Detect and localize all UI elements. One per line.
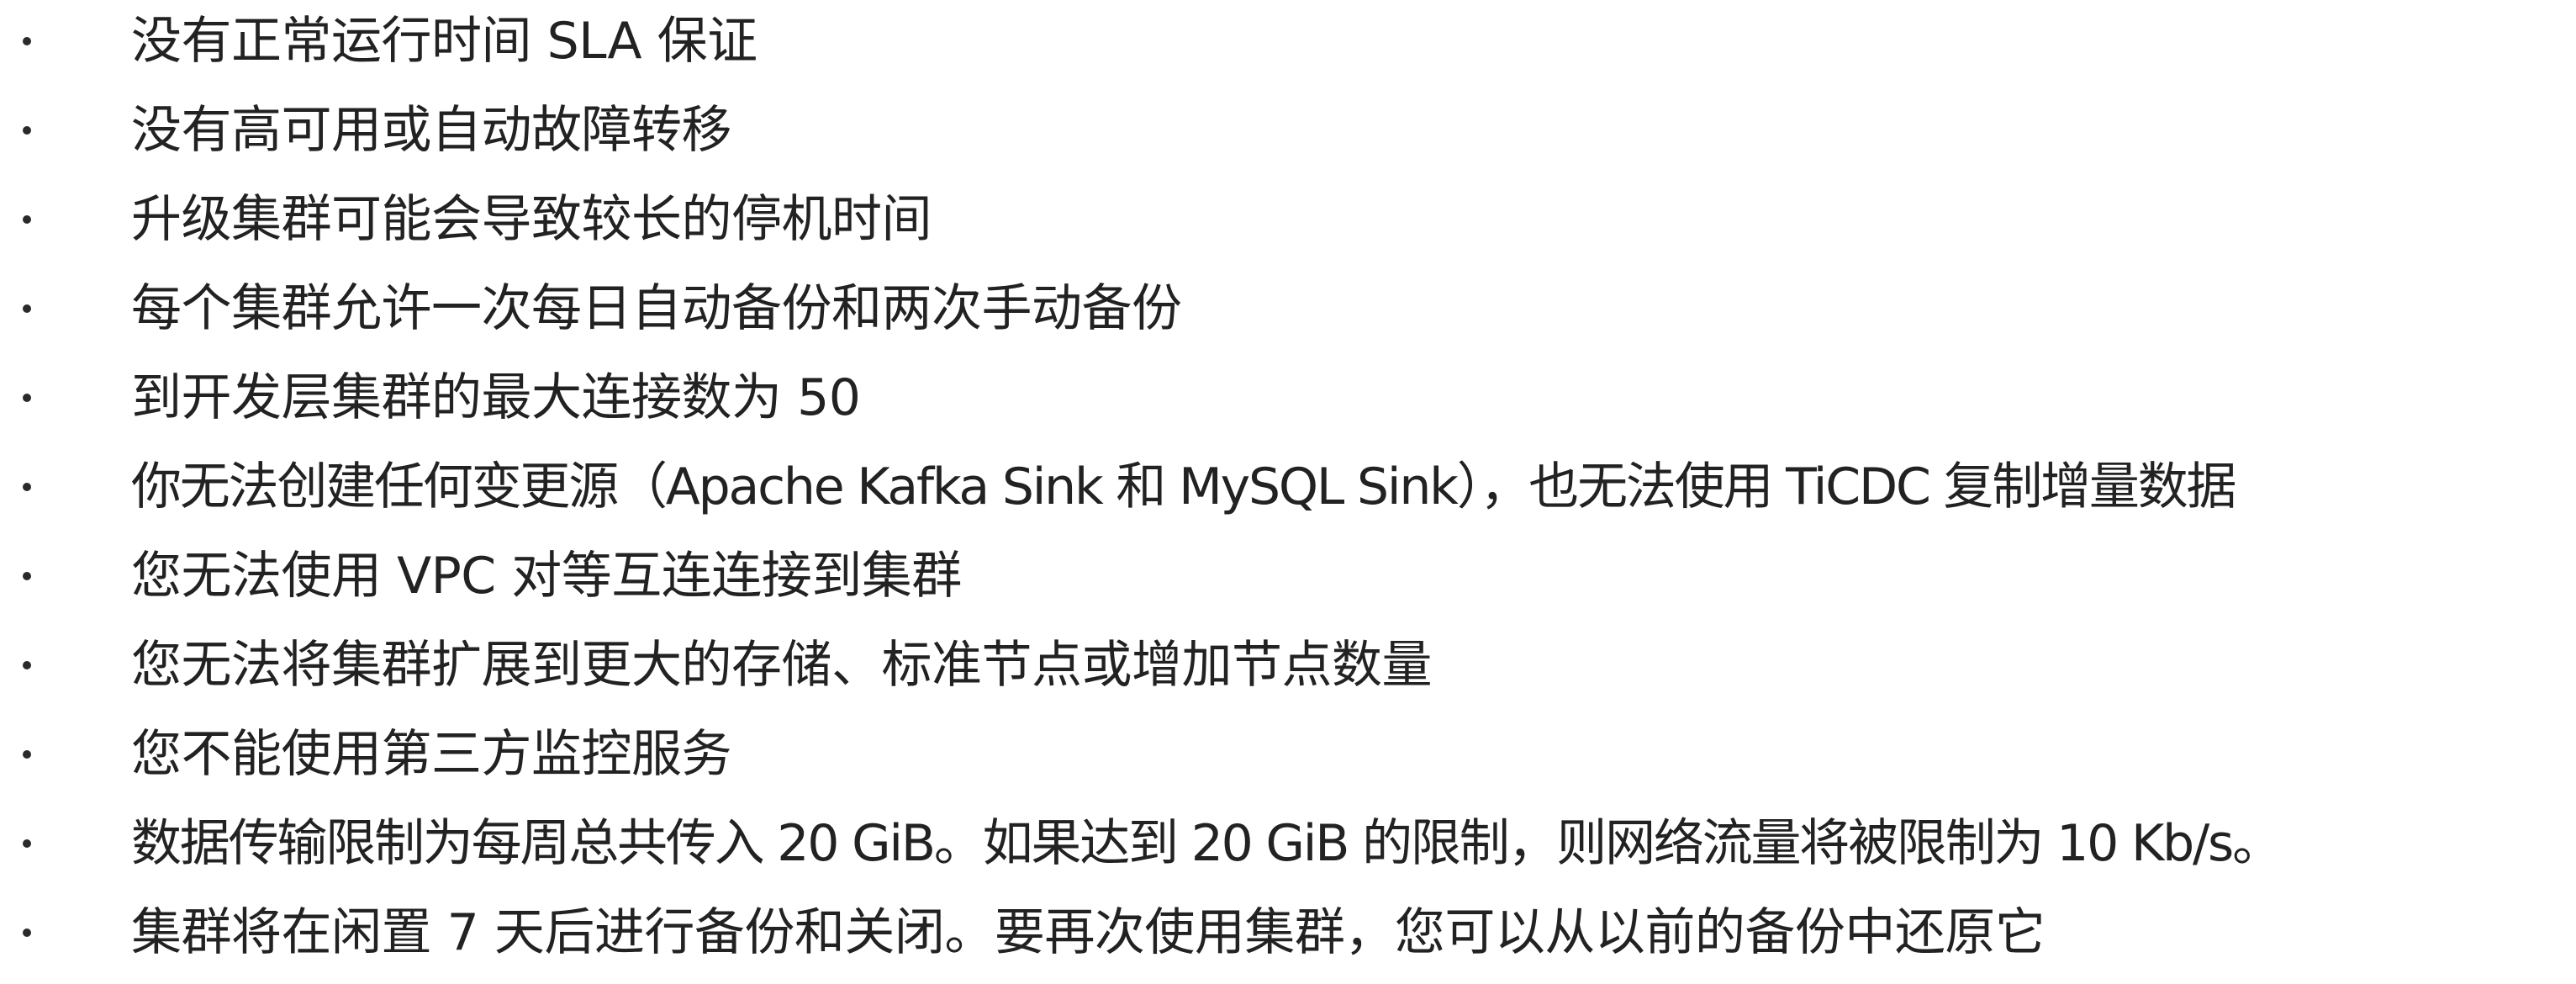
list-item-text: 你无法创建任何变更源（Apache Kafka Sink 和 MySQL Sin… (131, 458, 2237, 516)
list-item-text: 您无法使用 VPC 对等互连连接到集群 (131, 547, 962, 606)
list-item-text: 集群将在闲置 7 天后进行备份和关闭。要再次使用集群，您可以从以前的备份中还原它 (131, 903, 2045, 962)
bullet-dot-icon (23, 750, 31, 759)
bullet-dot-icon (23, 483, 31, 491)
list-item-text: 数据传输限制为每周总共传入 20 GiB。如果达到 20 GiB 的限制，则网络… (131, 814, 2283, 873)
list-item-text: 每个集群允许一次每日自动备份和两次手动备份 (131, 279, 1182, 338)
list-item-text: 没有正常运行时间 SLA 保证 (131, 12, 757, 71)
bullet-dot-icon (23, 215, 31, 224)
list-item-text: 您无法将集群扩展到更大的存储、标准节点或增加节点数量 (131, 636, 1433, 695)
bullet-dot-icon (23, 304, 31, 313)
bullet-dot-icon (23, 394, 31, 402)
list-item-text: 升级集群可能会导致较长的停机时间 (131, 190, 932, 249)
bullet-dot-icon (23, 928, 31, 937)
list-item-text: 到开发层集群的最大连接数为 50 (131, 368, 861, 427)
list-item-text: 您不能使用第三方监控服务 (131, 725, 732, 784)
bullet-dot-icon (23, 839, 31, 848)
bullet-dot-icon (23, 661, 31, 669)
bullet-dot-icon (23, 37, 31, 45)
bullet-dot-icon (23, 572, 31, 580)
bullet-dot-icon (23, 126, 31, 135)
list-item-text: 没有高可用或自动故障转移 (131, 101, 732, 160)
